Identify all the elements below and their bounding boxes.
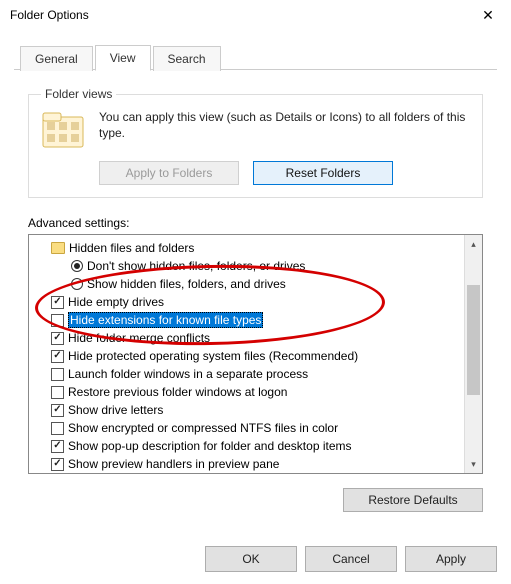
list-item[interactable]: Hide protected operating system files (R… xyxy=(35,347,462,365)
folder-views-text: You can apply this view (such as Details… xyxy=(99,109,470,141)
apply-to-folders-button: Apply to Folders xyxy=(99,161,239,185)
radio-icon[interactable] xyxy=(71,260,83,272)
folder-views-icon xyxy=(41,109,85,151)
list-item-label: Show preview handlers in preview pane xyxy=(68,457,279,471)
close-icon: ✕ xyxy=(482,7,494,24)
list-item-label: Hide empty drives xyxy=(68,295,164,309)
close-button[interactable]: ✕ xyxy=(465,0,511,30)
cancel-button[interactable]: Cancel xyxy=(305,546,397,572)
list-item[interactable]: Show drive letters xyxy=(35,401,462,419)
list-item[interactable]: Show hidden files, folders, and drives xyxy=(35,275,462,293)
list-item[interactable]: Hide extensions for known file types xyxy=(35,311,462,329)
list-item-label: Hide protected operating system files (R… xyxy=(68,349,358,363)
list-item[interactable]: Restore previous folder windows at logon xyxy=(35,383,462,401)
ok-button[interactable]: OK xyxy=(205,546,297,572)
list-item-label: Show pop-up description for folder and d… xyxy=(68,439,352,453)
list-item-label: Hide folder merge conflicts xyxy=(68,331,210,345)
tab-search[interactable]: Search xyxy=(153,46,221,71)
list-item-label: Hidden files and folders xyxy=(69,241,194,255)
list-item[interactable]: Show encrypted or compressed NTFS files … xyxy=(35,419,462,437)
list-item[interactable]: Launch folder windows in a separate proc… xyxy=(35,365,462,383)
window-title: Folder Options xyxy=(10,8,89,22)
list-item-label: Show drive letters xyxy=(68,403,163,417)
checkbox-icon[interactable] xyxy=(51,458,64,471)
list-item[interactable]: Don't show hidden files, folders, or dri… xyxy=(35,257,462,275)
checkbox-icon[interactable] xyxy=(51,404,64,417)
list-item[interactable]: Hide folder merge conflicts xyxy=(35,329,462,347)
list-item[interactable]: Show pop-up description for folder and d… xyxy=(35,437,462,455)
checkbox-icon[interactable] xyxy=(51,296,64,309)
tab-general[interactable]: General xyxy=(20,46,93,71)
list-item[interactable]: Hidden files and folders xyxy=(35,239,462,257)
dialog-buttons: OK Cancel Apply xyxy=(205,546,497,572)
checkbox-icon[interactable] xyxy=(51,350,64,363)
tabstrip: General View Search xyxy=(0,30,511,70)
list-item-label: Don't show hidden files, folders, or dri… xyxy=(87,259,305,273)
radio-icon[interactable] xyxy=(71,278,83,290)
list-item-label: Hide extensions for known file types xyxy=(68,312,263,328)
tab-view[interactable]: View xyxy=(95,45,151,71)
title-bar: Folder Options ✕ xyxy=(0,0,511,30)
scroll-down-button[interactable]: ▾ xyxy=(465,455,482,473)
scrollbar[interactable]: ▴ ▾ xyxy=(464,235,482,473)
folder-views-group: Folder views You can apply this view (su… xyxy=(28,87,483,198)
restore-defaults-button[interactable]: Restore Defaults xyxy=(343,488,483,512)
list-item-label: Show hidden files, folders, and drives xyxy=(87,277,286,291)
advanced-settings-label: Advanced settings: xyxy=(28,216,483,230)
checkbox-icon[interactable] xyxy=(51,368,64,381)
folder-icon xyxy=(51,242,65,254)
scroll-up-button[interactable]: ▴ xyxy=(465,235,482,253)
checkbox-icon[interactable] xyxy=(51,314,64,327)
tab-pane-view: Folder views You can apply this view (su… xyxy=(14,77,497,534)
list-item-label: Show encrypted or compressed NTFS files … xyxy=(68,421,338,435)
advanced-settings-list[interactable]: Hidden files and folders Don't show hidde… xyxy=(28,234,483,474)
reset-folders-button[interactable]: Reset Folders xyxy=(253,161,393,185)
list-item-label: Launch folder windows in a separate proc… xyxy=(68,367,308,381)
list-item-label: Restore previous folder windows at logon xyxy=(68,385,287,399)
list-item[interactable]: Hide empty drives xyxy=(35,293,462,311)
list-item[interactable]: Show preview handlers in preview pane xyxy=(35,455,462,473)
checkbox-icon[interactable] xyxy=(51,332,64,345)
checkbox-icon[interactable] xyxy=(51,422,64,435)
checkbox-icon[interactable] xyxy=(51,386,64,399)
scroll-thumb[interactable] xyxy=(467,285,480,395)
folder-views-legend: Folder views xyxy=(41,87,116,101)
checkbox-icon[interactable] xyxy=(51,440,64,453)
apply-button[interactable]: Apply xyxy=(405,546,497,572)
